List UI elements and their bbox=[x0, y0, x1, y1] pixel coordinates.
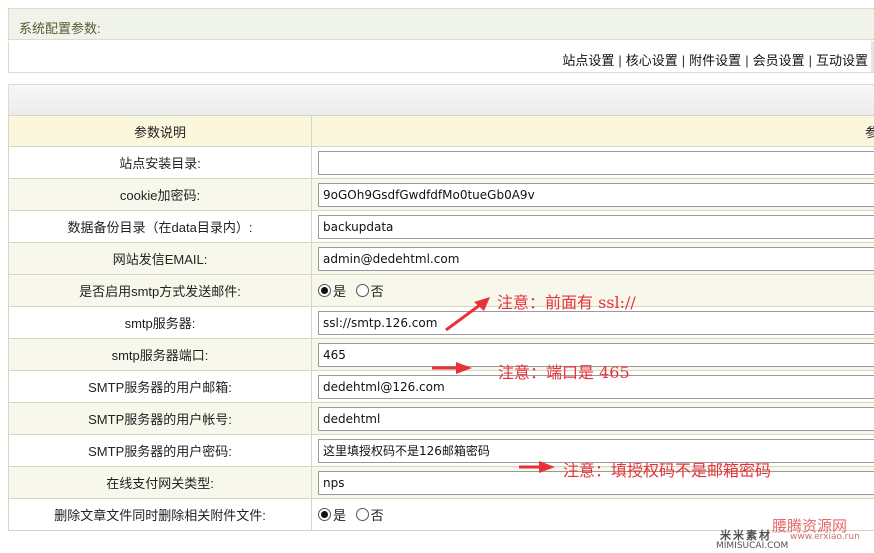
param-label: 数据备份目录（在data目录内）: bbox=[8, 210, 312, 243]
option-label: 否 bbox=[370, 508, 384, 523]
table-header-row: 参数说明 参 bbox=[8, 115, 874, 147]
settings-nav-bar: 站点设置 | 核心设置 | 附件设置 | 会员设置 | 互动设置 bbox=[8, 41, 874, 73]
tab-site-settings[interactable]: 站点设置 bbox=[562, 53, 614, 68]
radio-unchecked-icon[interactable] bbox=[355, 284, 369, 297]
arrow-icon bbox=[519, 461, 555, 473]
column-header-description: 参数说明 bbox=[8, 115, 312, 147]
settings-tabs: 站点设置 | 核心设置 | 附件设置 | 会员设置 | 互动设置 bbox=[562, 50, 868, 69]
watermark-brand-url: MIMISUCAI.COM bbox=[716, 541, 789, 551]
option-label: 否 bbox=[370, 284, 384, 299]
backup-dir-input[interactable]: backupdata bbox=[318, 214, 874, 239]
column-header-value: 参 bbox=[311, 115, 874, 147]
nav-separator: | bbox=[681, 53, 686, 68]
param-label: SMTP服务器的用户帐号: bbox=[8, 402, 312, 435]
cookie-key-input[interactable]: 9oGOh9GsdfGwdfdfMo0tueGb0A9v bbox=[318, 182, 874, 207]
table-row: 删除文章文件同时删除相关附件文件: 是 否 bbox=[8, 498, 874, 531]
smtp-enable-yes-option[interactable]: 是 bbox=[318, 284, 346, 299]
param-label: 网站发信EMAIL: bbox=[8, 242, 312, 275]
delete-attachments-radio-group: 是 否 bbox=[318, 508, 390, 523]
page-title: 系统配置参数: bbox=[19, 21, 101, 36]
note-auth-code: 注意：填授权码不是邮箱密码 bbox=[563, 461, 772, 480]
site-email-input[interactable]: admin@dedehtml.com bbox=[318, 246, 874, 271]
smtp-server-input[interactable]: ssl://smtp.126.com bbox=[318, 310, 874, 335]
param-label: smtp服务器端口: bbox=[8, 338, 312, 371]
tab-member-settings[interactable]: 会员设置 bbox=[753, 53, 805, 68]
smtp-enable-no-option[interactable]: 否 bbox=[355, 284, 384, 299]
install-dir-input[interactable] bbox=[318, 150, 874, 175]
tab-core-settings[interactable]: 核心设置 bbox=[626, 53, 678, 68]
smtp-account-input[interactable]: dedehtml bbox=[318, 406, 874, 431]
nav-separator: | bbox=[745, 53, 749, 68]
param-label: 在线支付网关类型: bbox=[8, 466, 312, 499]
param-label: 是否启用smtp方式发送邮件: bbox=[8, 274, 312, 307]
table-row: 网站发信EMAIL: admin@dedehtml.com bbox=[8, 242, 874, 275]
table-row: 站点安装目录: bbox=[8, 146, 874, 179]
tab-interaction-settings[interactable]: 互动设置 bbox=[816, 53, 868, 68]
option-label: 是 bbox=[333, 284, 347, 299]
delete-attachments-yes-option[interactable]: 是 bbox=[318, 508, 346, 523]
radio-checked-icon[interactable] bbox=[318, 508, 331, 521]
table-row: 数据备份目录（在data目录内）: backupdata bbox=[8, 210, 874, 243]
param-label: 站点安装目录: bbox=[8, 146, 312, 179]
nav-separator: | bbox=[618, 53, 622, 68]
arrow-icon bbox=[432, 362, 472, 374]
table-row: cookie加密码: 9oGOh9GsdfGwdfdfMo0tueGb0A9v bbox=[8, 178, 874, 211]
param-label: smtp服务器: bbox=[8, 306, 312, 339]
table-row: smtp服务器: ssl://smtp.126.com bbox=[8, 306, 874, 339]
radio-checked-icon[interactable] bbox=[318, 284, 331, 297]
nav-separator: | bbox=[808, 53, 812, 68]
param-label: cookie加密码: bbox=[8, 178, 312, 211]
config-title-bar: 系统配置参数: bbox=[8, 8, 874, 40]
param-label: SMTP服务器的用户密码: bbox=[8, 434, 312, 467]
note-ssl-prefix: 注意：前面有 ssl:// bbox=[497, 293, 636, 312]
smtp-enable-radio-group: 是 否 bbox=[318, 284, 390, 299]
section-strip bbox=[8, 84, 874, 116]
param-label: SMTP服务器的用户邮箱: bbox=[8, 370, 312, 403]
option-label: 是 bbox=[333, 508, 347, 523]
table-row: 是否启用smtp方式发送邮件: 是 否 bbox=[8, 274, 874, 307]
watermark-site-url: www.erxiao.run bbox=[790, 532, 860, 542]
delete-attachments-no-option[interactable]: 否 bbox=[355, 508, 384, 523]
note-port: 注意：端口是 465 bbox=[498, 363, 630, 382]
arrow-icon bbox=[445, 297, 490, 332]
radio-unchecked-icon[interactable] bbox=[355, 508, 369, 521]
tab-attachment-settings[interactable]: 附件设置 bbox=[689, 53, 741, 68]
table-row: SMTP服务器的用户帐号: dedehtml bbox=[8, 402, 874, 435]
param-label: 删除文章文件同时删除相关附件文件: bbox=[8, 498, 312, 531]
